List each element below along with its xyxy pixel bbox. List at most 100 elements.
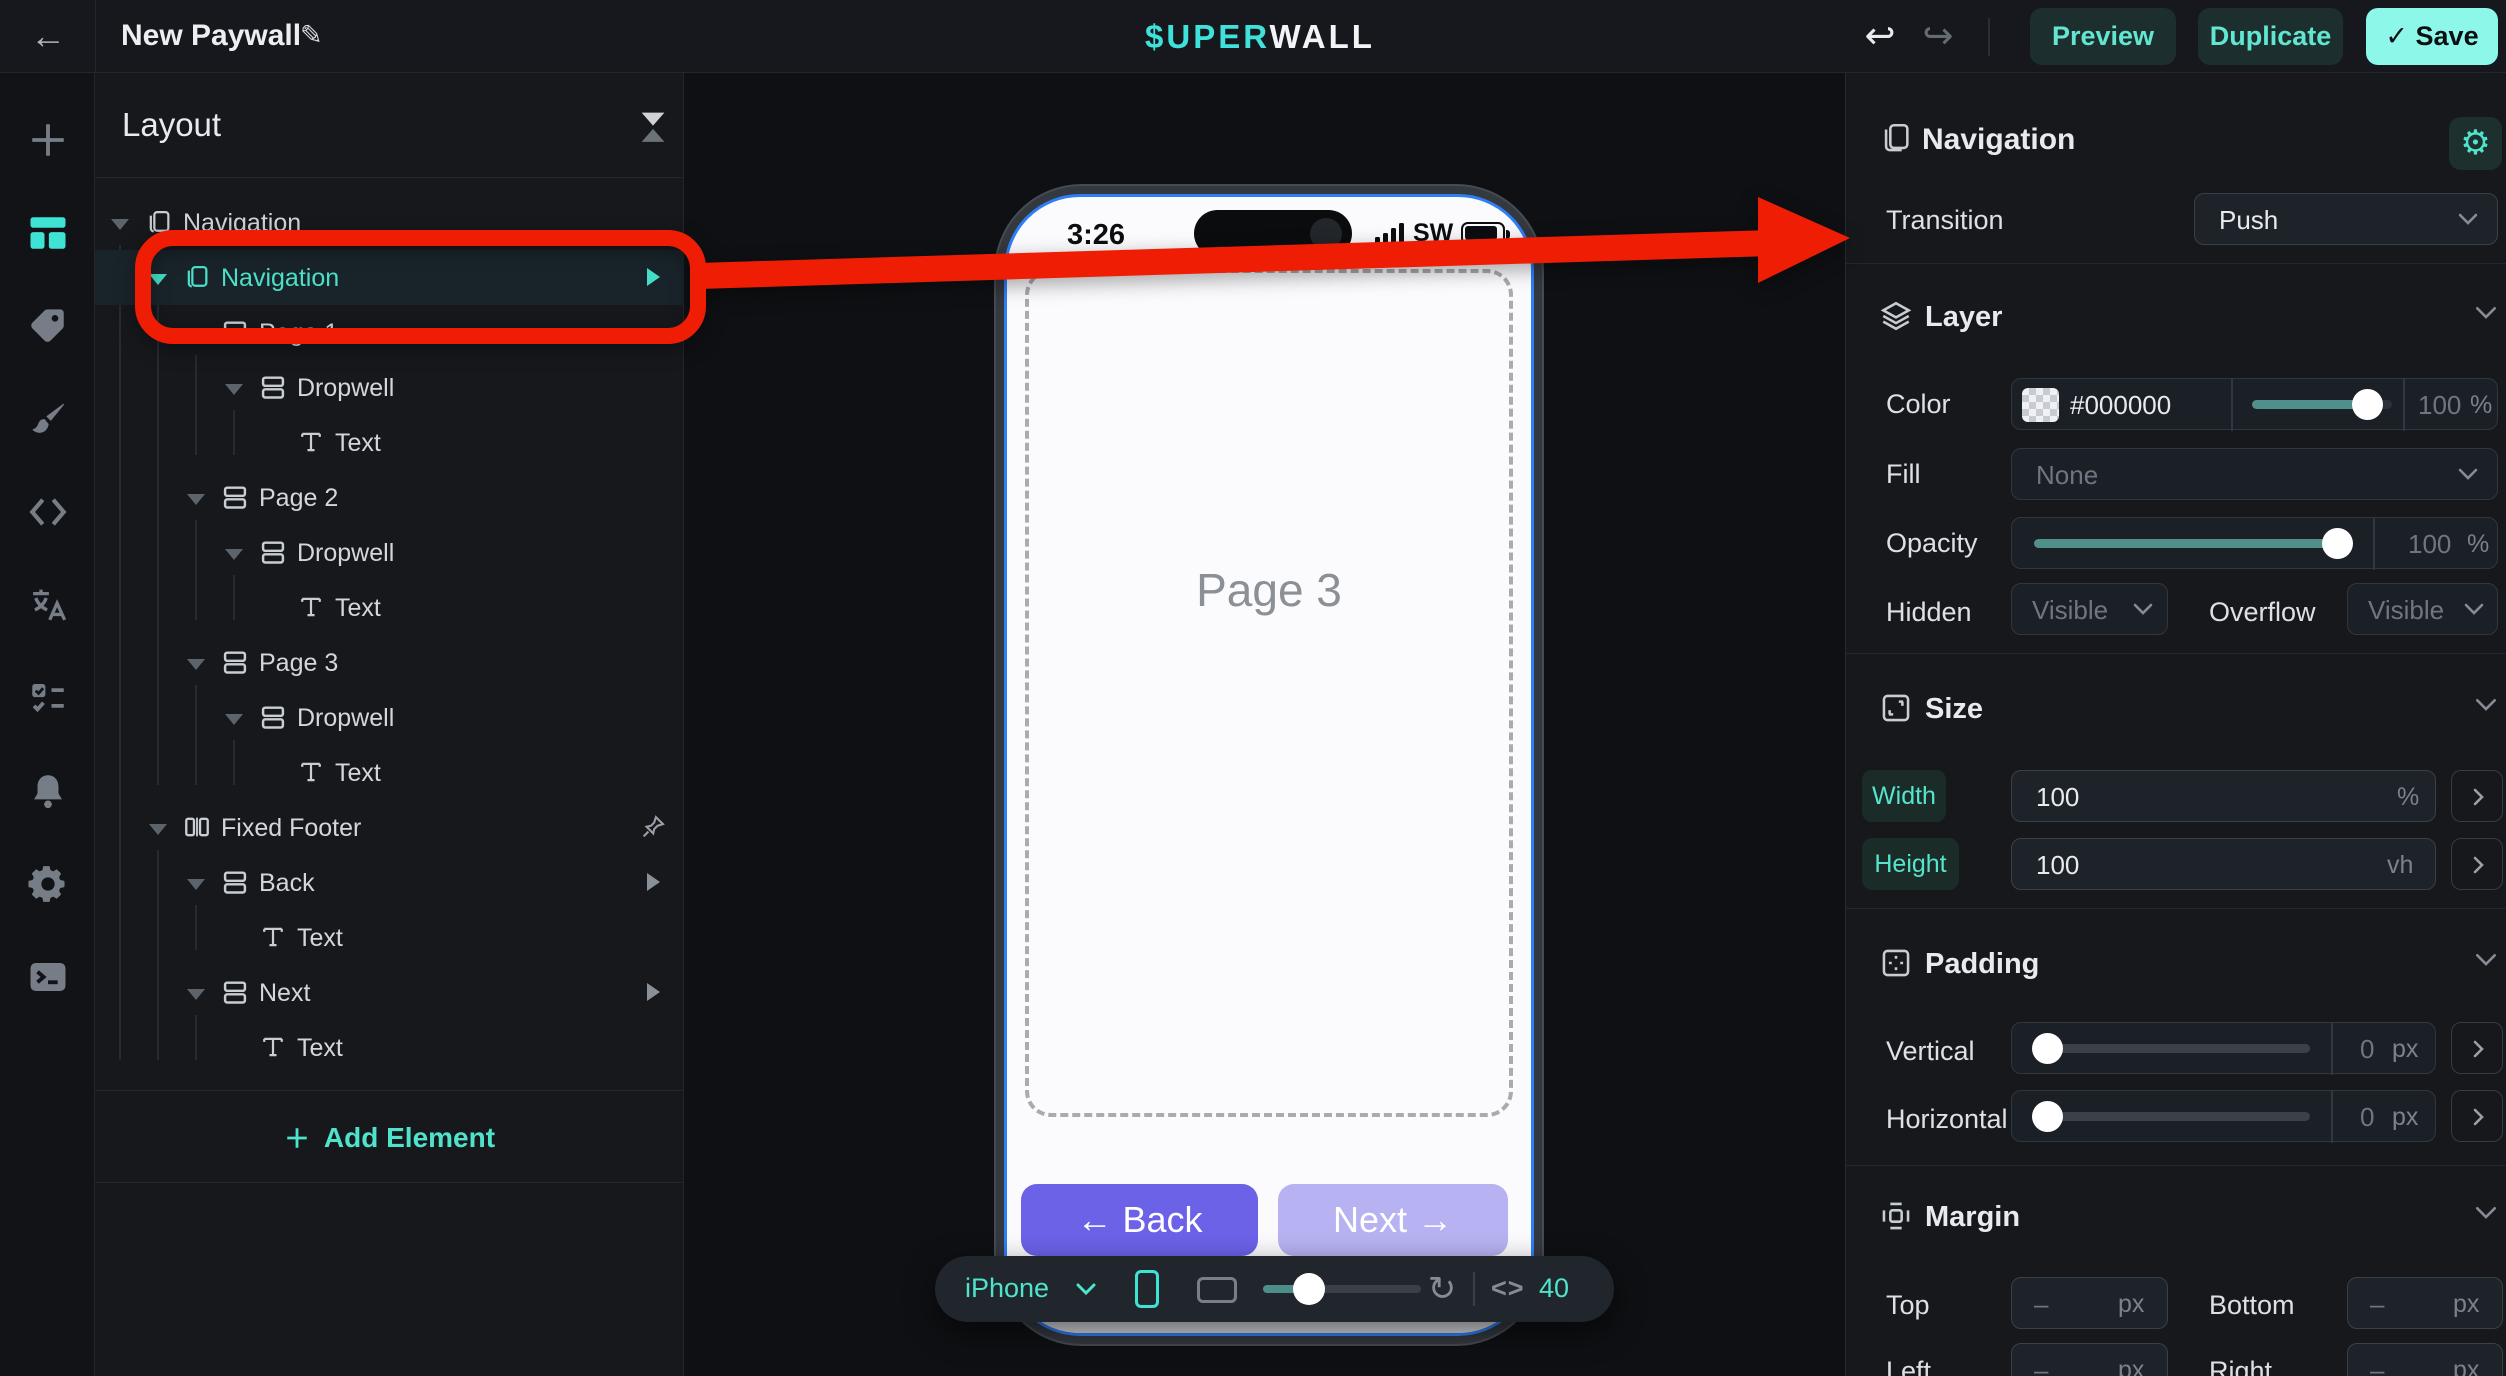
zoom-level-value[interactable]: 40	[1539, 1273, 1569, 1304]
code-rail-icon[interactable]	[0, 465, 95, 558]
color-alpha-thumb[interactable]	[2352, 389, 2383, 420]
caret-down-icon[interactable]	[187, 329, 205, 340]
tag-rail-icon[interactable]	[0, 279, 95, 372]
duplicate-button[interactable]: Duplicate	[2198, 8, 2343, 65]
tree-item-page-3[interactable]: Page 3	[95, 635, 684, 690]
canvas-next-button[interactable]: Next →	[1278, 1184, 1508, 1256]
edit-title-icon[interactable]: ✎	[300, 20, 323, 51]
tree-item-back[interactable]: Back	[95, 855, 684, 910]
add-rail-icon[interactable]	[0, 93, 95, 186]
tree-item-dropwell[interactable]: Dropwell	[95, 525, 684, 580]
padding-horizontal-thumb[interactable]	[2032, 1101, 2063, 1132]
caret-down-icon[interactable]	[187, 659, 205, 670]
caret-down-icon[interactable]	[111, 219, 129, 230]
transition-dropdown[interactable]: Push	[2194, 193, 2498, 245]
tree-item-dropwell[interactable]: Dropwell	[95, 690, 684, 745]
margin-top-input[interactable]: – px	[2011, 1277, 2168, 1329]
device-chevron-down-icon[interactable]	[1075, 1281, 1097, 1297]
tree-item-navigation[interactable]: Navigation	[95, 195, 684, 250]
play-icon[interactable]	[647, 873, 660, 891]
add-element-button[interactable]: Add Element	[95, 1095, 684, 1181]
color-swatch[interactable]	[2022, 388, 2059, 422]
canvas-back-button[interactable]: ← Back	[1021, 1184, 1258, 1256]
height-detail-button[interactable]	[2451, 838, 2503, 890]
opacity-thumb[interactable]	[2322, 528, 2353, 559]
width-mode-chip[interactable]: Width	[1862, 770, 1946, 822]
element-settings-button[interactable]: ⚙	[2449, 117, 2502, 170]
tree-item-text[interactable]: Text	[95, 1020, 684, 1075]
width-input[interactable]: 100 %	[2011, 770, 2436, 822]
tree-item-text[interactable]: Text	[95, 415, 684, 470]
refresh-icon[interactable]: ↻	[1420, 1266, 1464, 1312]
caret-down-icon[interactable]	[187, 879, 205, 890]
padding-vertical-thumb[interactable]	[2032, 1033, 2063, 1064]
layout-rail-icon[interactable]	[0, 186, 95, 279]
height-input[interactable]: 100 vh	[2011, 838, 2436, 890]
page-dropwell-region[interactable]: Page 3	[1025, 269, 1513, 1117]
padding-collapse-chevron-icon[interactable]	[2474, 952, 2498, 970]
padding-horizontal-value[interactable]: 0	[2360, 1102, 2374, 1133]
iphone-screen[interactable]: 3:26 SW Page 3 ← Back Next →	[1004, 194, 1534, 1336]
tree-item-next[interactable]: Next	[95, 965, 684, 1020]
caret-down-icon[interactable]	[225, 549, 243, 560]
zoom-slider-thumb[interactable]	[1293, 1273, 1325, 1305]
device-selector[interactable]: iPhone	[965, 1273, 1049, 1304]
collapse-all-icon[interactable]	[640, 111, 666, 141]
checklist-rail-icon[interactable]	[0, 651, 95, 744]
padding-vertical-slider[interactable]	[2034, 1044, 2310, 1053]
caret-down-icon[interactable]	[149, 274, 167, 285]
tree-item-text[interactable]: Text	[95, 580, 684, 635]
tree-item-text[interactable]: Text	[95, 910, 684, 965]
gear-rail-icon[interactable]	[0, 837, 95, 930]
caret-down-icon[interactable]	[149, 824, 167, 835]
caret-down-icon[interactable]	[187, 494, 205, 505]
terminal-rail-icon[interactable]	[0, 930, 95, 1023]
design-canvas[interactable]: 3:26 SW Page 3 ← Back Next →	[685, 73, 1845, 1376]
redo-icon[interactable]: ↪	[1916, 12, 1960, 60]
pin-icon[interactable]	[639, 813, 667, 841]
margin-right-input[interactable]: – px	[2347, 1343, 2503, 1376]
height-mode-chip[interactable]: Height	[1862, 838, 1959, 890]
undo-icon[interactable]: ↩	[1858, 12, 1902, 60]
landscape-mode-icon[interactable]	[1197, 1277, 1237, 1303]
padding-horizontal-slider[interactable]	[2034, 1112, 2310, 1121]
play-icon[interactable]	[647, 268, 660, 286]
opacity-slider[interactable]	[2034, 539, 2350, 548]
margin-collapse-chevron-icon[interactable]	[2474, 1205, 2498, 1223]
brush-rail-icon[interactable]	[0, 372, 95, 465]
margin-bottom-input[interactable]: – px	[2347, 1277, 2503, 1329]
back-nav-icon[interactable]: ←	[28, 14, 68, 58]
hidden-dropdown[interactable]: Visible	[2011, 583, 2168, 635]
size-collapse-chevron-icon[interactable]	[2474, 697, 2498, 715]
zoom-slider-track[interactable]	[1263, 1285, 1421, 1293]
opacity-percent-value[interactable]: 100	[2408, 529, 2451, 560]
bell-rail-icon[interactable]	[0, 744, 95, 837]
padding-vertical-detail-button[interactable]	[2451, 1022, 2503, 1074]
margin-left-input[interactable]: – px	[2011, 1343, 2168, 1376]
padding-horizontal-detail-button[interactable]	[2451, 1090, 2503, 1142]
overflow-dropdown[interactable]: Visible	[2347, 583, 2498, 635]
code-view-icon[interactable]: <>	[1491, 1273, 1525, 1304]
layer-collapse-chevron-icon[interactable]	[2474, 305, 2498, 323]
tree-item-text[interactable]: Text	[95, 745, 684, 800]
tree-item-dropwell[interactable]: Dropwell	[95, 360, 684, 415]
padding-vertical-value[interactable]: 0	[2360, 1034, 2374, 1065]
logo-teal-part: $UPER	[1145, 18, 1269, 55]
caret-down-icon[interactable]	[187, 989, 205, 1000]
caret-down-icon[interactable]	[225, 384, 243, 395]
tree-item-page-1[interactable]: Page 1	[95, 305, 684, 360]
tree-item-fixed-footer[interactable]: Fixed Footer	[95, 800, 684, 855]
tree-item-navigation[interactable]: Navigation	[95, 250, 684, 305]
tree-item-page-2[interactable]: Page 2	[95, 470, 684, 525]
color-percent-value[interactable]: 100	[2418, 390, 2461, 421]
fill-dropdown[interactable]: None	[2011, 448, 2498, 500]
width-detail-button[interactable]	[2451, 770, 2503, 822]
caret-down-icon[interactable]	[225, 714, 243, 725]
translate-rail-icon[interactable]	[0, 558, 95, 651]
portrait-mode-icon[interactable]	[1135, 1270, 1159, 1308]
color-hex-value[interactable]: #000000	[2070, 390, 2171, 421]
save-button[interactable]: ✓ Save	[2366, 8, 2498, 65]
play-icon[interactable]	[647, 983, 660, 1001]
paywall-title[interactable]: New Paywall	[121, 19, 301, 53]
preview-button[interactable]: Preview	[2030, 8, 2176, 65]
